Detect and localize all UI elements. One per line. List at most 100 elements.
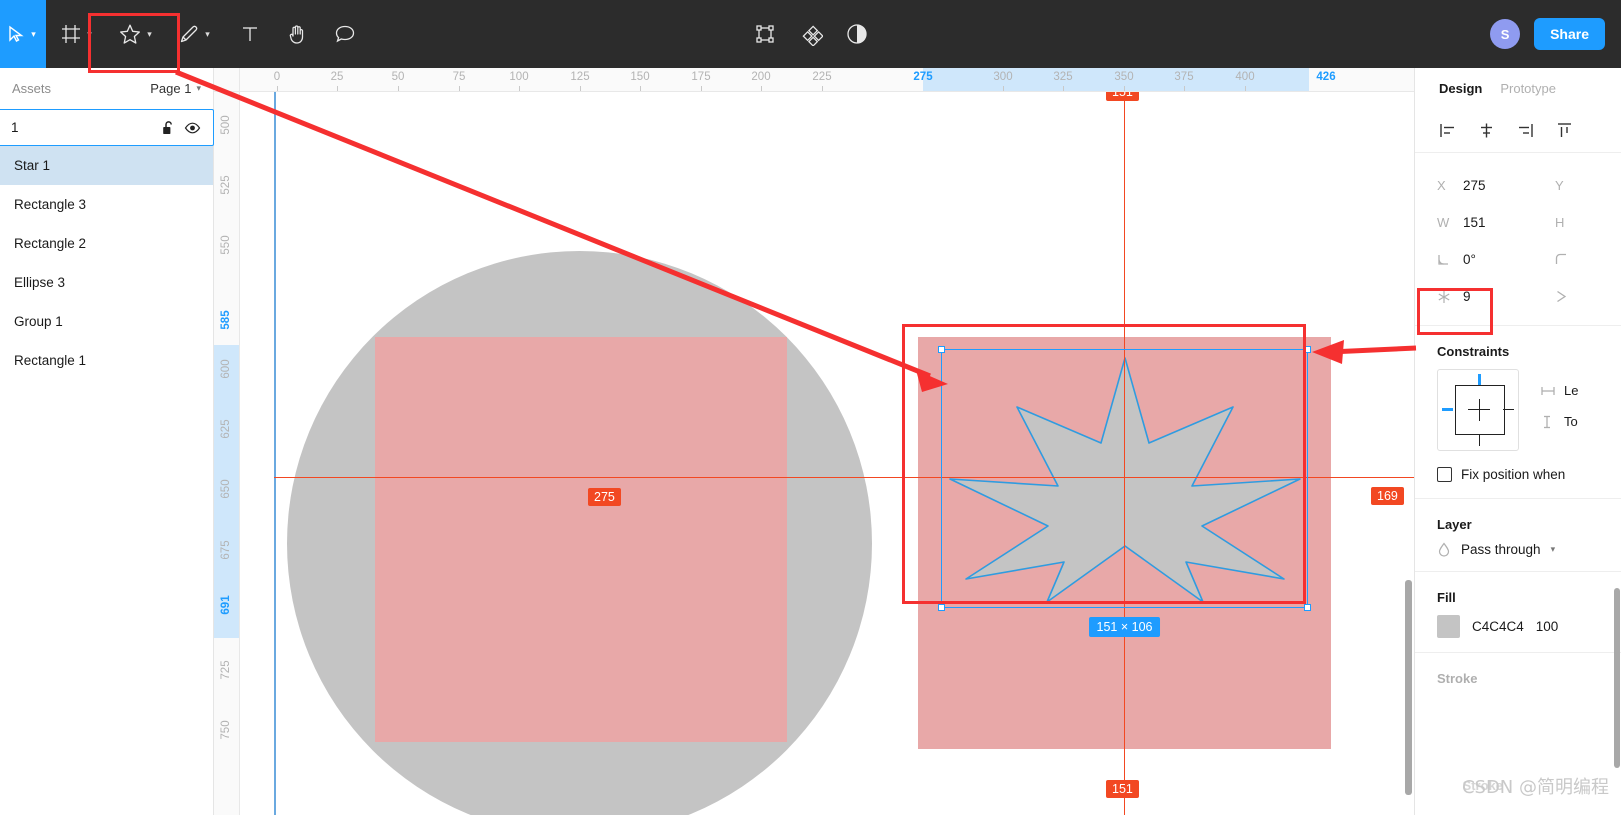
text-tool[interactable] [214, 0, 260, 68]
prop-value-rotation[interactable]: 0° [1463, 252, 1555, 267]
measure-badge-left: 275 [588, 488, 621, 506]
frame-icon [62, 25, 80, 43]
chevron-down-icon[interactable]: ▾ [200, 29, 214, 40]
component-frame-tool[interactable] [753, 0, 777, 68]
fix-position-checkbox[interactable] [1437, 467, 1452, 482]
contrast-circle-icon [846, 24, 867, 44]
horizontal-ruler[interactable]: 0 25 50 75 100 125 150 175 200 225 275 3… [240, 68, 1414, 92]
comment-tool[interactable] [308, 0, 356, 68]
constraint-top-handle[interactable] [1478, 374, 1481, 385]
ruler-tick: 550 [220, 235, 232, 255]
assets-tab[interactable]: Assets [12, 81, 51, 96]
eye-icon[interactable] [184, 120, 201, 136]
angle-icon [1437, 253, 1463, 266]
fill-section: Fill C4C4C4 100 [1415, 572, 1621, 653]
layer-item-group-1[interactable]: Group 1 [0, 302, 213, 341]
fix-position-row[interactable]: Fix position when [1415, 461, 1621, 499]
ruler-tick-highlight: 585 [220, 310, 232, 330]
ruler-tick: 525 [220, 175, 232, 195]
ruler-tick: 125 [570, 71, 590, 83]
frame-row-1[interactable]: 1 [0, 109, 214, 146]
fill-color-swatch[interactable] [1437, 615, 1460, 638]
layer-item-rectangle-3[interactable]: Rectangle 3 [0, 185, 213, 224]
stroke-title: Stroke [1437, 671, 1478, 686]
canvas-vertical-scrollbar[interactable] [1405, 580, 1412, 795]
constraints-dropdowns: Le To [1541, 369, 1578, 429]
avatar[interactable]: S [1490, 19, 1521, 49]
prop-label-y: Y [1555, 178, 1564, 193]
ruler-tick: 350 [1114, 71, 1134, 83]
hand-icon [289, 25, 304, 44]
layer-item-ellipse-3[interactable]: Ellipse 3 [0, 263, 213, 302]
unlock-icon[interactable] [161, 120, 176, 136]
tab-design[interactable]: Design [1439, 81, 1482, 96]
prop-row-rotation[interactable]: 0° [1415, 241, 1621, 278]
components-tool[interactable] [799, 0, 823, 68]
blend-drop-icon [1438, 542, 1450, 557]
ruler-tick: 375 [1174, 71, 1194, 83]
constraint-right-handle[interactable] [1503, 409, 1514, 411]
prop-value-x[interactable]: 275 [1463, 178, 1555, 193]
right-panel-scrollbar[interactable] [1613, 588, 1620, 768]
align-left-icon[interactable] [1439, 122, 1456, 139]
blend-mode-value: Pass through [1461, 542, 1541, 557]
alignment-toolbar [1415, 109, 1621, 153]
share-button[interactable]: Share [1534, 18, 1605, 50]
shape-rectangle-2[interactable] [375, 337, 787, 742]
annotation-box-star-count [1417, 288, 1493, 335]
constraints-widget[interactable] [1437, 369, 1519, 451]
prop-row-w[interactable]: W 151 H [1415, 204, 1621, 241]
toolbar-center-group [753, 0, 869, 68]
ruler-tick: 750 [220, 720, 232, 740]
ruler-tick: 100 [509, 71, 529, 83]
top-toolbar: ▾ ▾ ▾ ▾ S Share [0, 0, 1621, 68]
align-top-icon[interactable] [1556, 122, 1573, 139]
blend-mode-row[interactable]: Pass through ▾ [1415, 542, 1621, 557]
tab-prototype[interactable]: Prototype [1500, 81, 1556, 96]
prop-value-w[interactable]: 151 [1463, 215, 1555, 230]
layer-name: Rectangle 3 [14, 197, 87, 212]
resize-handle-bottom-left[interactable] [938, 604, 945, 611]
fill-row[interactable]: C4C4C4 100 [1415, 615, 1621, 638]
layer-item-star-1[interactable]: Star 1 [0, 146, 213, 185]
ruler-tick: 150 [630, 71, 650, 83]
move-tool[interactable]: ▾ [0, 0, 46, 68]
layer-item-rectangle-2[interactable]: Rectangle 2 [0, 224, 213, 263]
ruler-tick: 725 [220, 660, 232, 680]
selection-dimension-badge: 151 × 106 [1088, 617, 1161, 637]
fill-title: Fill [1437, 590, 1456, 605]
hand-tool[interactable] [260, 0, 308, 68]
prop-row-x[interactable]: X 275 Y [1415, 167, 1621, 204]
chevron-down-icon[interactable]: ▾ [1551, 544, 1556, 555]
page-label: Page 1 [150, 81, 192, 96]
vertical-resize-icon [1544, 415, 1550, 428]
layer-name: Group 1 [14, 314, 63, 329]
component-nodes-icon [755, 25, 774, 43]
ruler-tick: 650 [220, 479, 232, 499]
constraint-bottom-handle[interactable] [1479, 435, 1481, 446]
ruler-tick: 75 [452, 71, 466, 83]
layer-item-rectangle-1[interactable]: Rectangle 1 [0, 341, 213, 380]
constraint-vertical[interactable]: To [1541, 414, 1578, 429]
resize-handle-bottom-right[interactable] [1304, 604, 1311, 611]
ruler-tick-highlight: 426 [1316, 71, 1336, 83]
chevron-down-icon[interactable]: ▾ [26, 29, 40, 40]
align-horizontal-center-icon[interactable] [1478, 122, 1495, 139]
prop-label-x: X [1437, 178, 1446, 193]
measure-badge-top: 151 [1106, 92, 1139, 101]
frame-left-edge [274, 92, 276, 815]
toolbar-right-group: S Share [1490, 0, 1605, 68]
mask-tool[interactable] [845, 0, 869, 68]
page-selector[interactable]: Page 1 ▾ [150, 81, 201, 96]
annotation-box-canvas-star [902, 324, 1306, 604]
vertical-ruler[interactable]: 500 525 550 585 600 625 650 675 691 725 … [214, 92, 240, 815]
layer-name: Ellipse 3 [14, 275, 66, 290]
constraint-left-handle[interactable] [1442, 408, 1453, 411]
ruler-tick: 400 [1235, 71, 1255, 83]
fill-hex-value[interactable]: C4C4C4 [1472, 619, 1524, 634]
constraints-section: Constraints Le To Fix position when [1415, 326, 1621, 499]
fill-opacity-value[interactable]: 100 [1536, 619, 1559, 634]
align-right-icon[interactable] [1517, 122, 1534, 139]
constraint-horizontal[interactable]: Le [1541, 383, 1578, 398]
comment-icon [335, 25, 355, 43]
